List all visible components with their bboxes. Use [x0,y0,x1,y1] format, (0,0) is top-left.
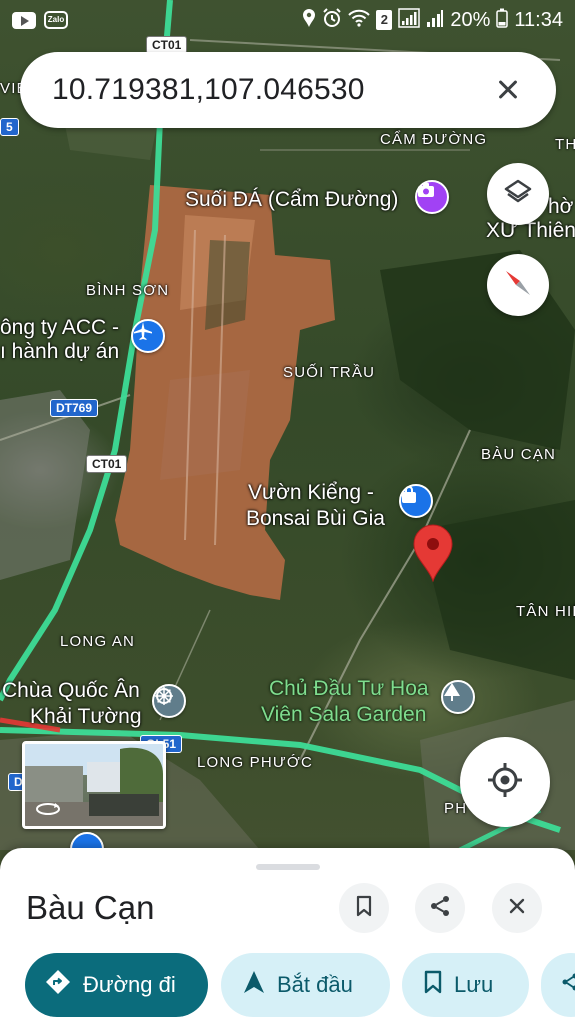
poi-label-xu-thien-line2: XỨ Thiên [486,219,575,242]
signal-bars-icon [426,8,444,33]
close-sheet-button[interactable] [492,883,542,933]
area-label-binh-son: BÌNH SƠN [86,282,170,299]
place-bottom-sheet[interactable]: Bàu Cạn Đường đi Bắt đầu Lưu [0,848,575,1024]
area-label-cam-duong: CẨM ĐƯỜNG [380,131,488,148]
area-label-long-phuoc: LONG PHƯỚC [197,754,314,771]
status-bar: Zalo 2 20% 11:34 [0,0,575,40]
airport-icon[interactable] [131,319,165,353]
save-button[interactable]: Lưu [402,953,529,1017]
area-label-tan-hiep: TÂN HIỆ [516,603,575,620]
share-button[interactable] [415,883,465,933]
bookmark-button[interactable] [339,883,389,933]
share-icon [561,972,575,998]
area-label-bau-can: BÀU CẠN [481,446,557,463]
poi-label-chu-dau-tu-line1[interactable]: Chủ Đầu Tư Hoa [269,677,429,701]
directions-button[interactable]: Đường đi [25,953,208,1017]
dharma-wheel-icon[interactable] [152,684,186,718]
layers-icon [503,177,533,212]
camera-icon[interactable] [415,180,449,214]
road-shield-ct01-mid: CT01 [86,455,128,473]
alarm-icon [322,7,342,33]
poi-label-chu-dau-tu-line2[interactable]: Viên Sala Garden [261,703,426,727]
sim-badge: 2 [376,10,393,30]
share-icon [428,894,452,923]
bookmark-icon [355,895,373,922]
poi-label-vuon-kieng-line2[interactable]: Bonsai Bùi Gia [246,507,385,531]
poi-label-vuon-kieng-line1[interactable]: Vườn Kiểng - [248,481,374,505]
location-icon [302,8,316,33]
my-location-button[interactable] [460,737,550,827]
park-tree-icon[interactable] [441,680,475,714]
layers-button[interactable] [487,163,549,225]
bookmark-icon [424,970,442,1000]
poi-label-chua-line1[interactable]: Chùa Quốc Ân [2,679,140,703]
street-view-thumbnail[interactable] [22,741,166,829]
save-label: Lưu [454,972,494,997]
battery-icon [496,8,509,33]
close-icon [508,897,526,920]
close-icon[interactable] [488,70,528,110]
road-shield-dt769: DT769 [50,399,99,417]
place-title: Bàu Cạn [26,889,155,926]
area-label-th: TH [555,136,575,153]
youtube-icon [12,11,36,29]
road-shield-5: 5 [0,118,19,136]
area-label-long-an: LONG AN [60,633,136,650]
rotate-360-icon [35,800,61,818]
wifi-icon [348,9,371,32]
battery-percent: 20% [450,8,491,31]
search-bar[interactable]: 10.719381,107.046530 [20,52,556,128]
start-label: Bắt đầu [277,972,353,997]
area-label-ph: PH [444,800,468,817]
sheet-drag-handle[interactable] [256,864,320,870]
search-input[interactable]: 10.719381,107.046530 [52,73,488,107]
navigation-arrow-icon [243,970,265,1000]
area-label-suoi-trau: SUỐI TRẦU [283,364,376,381]
shopping-bag-icon[interactable] [399,484,433,518]
more-actions-chip[interactable] [541,953,575,1017]
poi-label-suoi-da[interactable]: Suối ĐÁ (Cẩm Đường) [185,188,398,212]
poi-label-cong-ty-line1[interactable]: ông ty ACC - [0,316,119,340]
directions-label: Đường đi [83,972,176,997]
poi-label-xu-thien-line1: hờ [548,195,574,218]
location-pin-icon[interactable] [412,524,454,582]
signal-strength-icon [398,7,421,33]
compass-button[interactable] [487,254,549,316]
directions-icon [45,969,71,1001]
poi-label-cong-ty-line2[interactable]: ı hành dự án [0,340,119,364]
poi-label-chua-line2[interactable]: Khải Tường [30,705,142,729]
zalo-icon: Zalo [44,11,68,29]
crosshair-icon [485,760,525,805]
compass-icon [502,267,534,304]
clock-time: 11:34 [514,8,563,31]
start-button[interactable]: Bắt đầu [221,953,390,1017]
